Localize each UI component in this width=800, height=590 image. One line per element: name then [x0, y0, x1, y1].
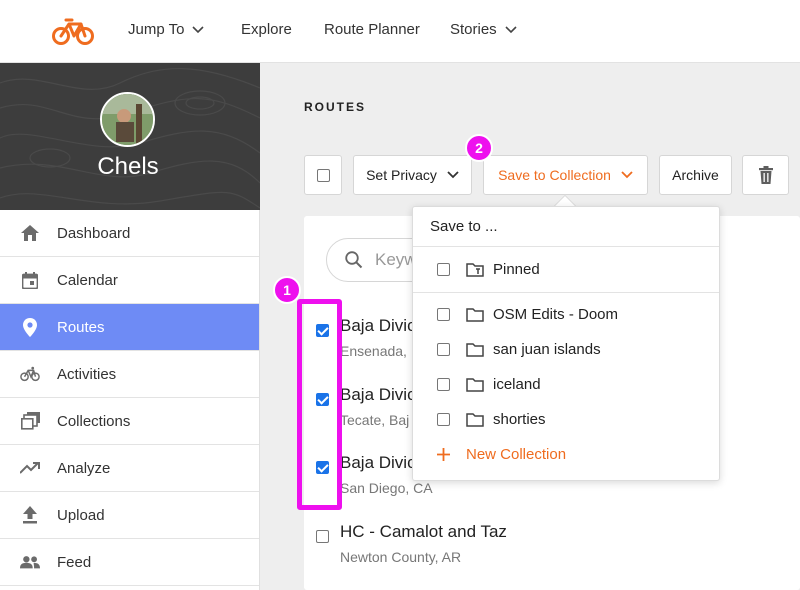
- top-navigation: Jump To Explore Route Planner Stories: [0, 0, 800, 63]
- location-pin-icon: [20, 317, 40, 337]
- upload-icon: [20, 505, 40, 525]
- route-location: Newton County, AR: [340, 549, 462, 565]
- dropdown-divider: [413, 292, 719, 293]
- search-icon: [345, 251, 363, 269]
- route-title[interactable]: HC - Camalot and Taz: [340, 522, 507, 542]
- save-to-collection-dropdown: Save to ... Pinned OSM Edits - Doom san …: [412, 206, 720, 481]
- sidebar-item-label: Upload: [57, 506, 105, 524]
- plus-icon: [437, 448, 450, 461]
- checkbox-highlight-box: [297, 299, 342, 510]
- nav-explore[interactable]: Explore: [241, 21, 292, 38]
- trash-icon: [758, 166, 773, 184]
- chevron-down-icon: [192, 25, 204, 33]
- page-title: ROUTES: [304, 100, 367, 114]
- new-collection-button[interactable]: New Collection: [437, 446, 566, 463]
- collection-checkbox[interactable]: [437, 378, 450, 391]
- bicycle-icon: [20, 364, 40, 384]
- collection-checkbox[interactable]: [437, 263, 450, 276]
- sidebar-item-label: Routes: [57, 318, 105, 336]
- nav-stories-label: Stories: [450, 21, 497, 38]
- folder-icon: [466, 342, 484, 357]
- search-placeholder: Keyw: [375, 250, 417, 269]
- nav-stories[interactable]: Stories: [450, 21, 517, 38]
- nav-route-planner-label: Route Planner: [324, 21, 420, 38]
- sidebar-item-label: Dashboard: [57, 224, 131, 242]
- collection-label: san juan islands: [493, 341, 601, 358]
- chevron-down-icon: [621, 171, 633, 179]
- collection-label: iceland: [493, 376, 541, 393]
- sidebar-item-dashboard[interactable]: Dashboard: [0, 210, 259, 257]
- trending-up-icon: [20, 458, 40, 478]
- select-all-checkbox-box[interactable]: [316, 168, 330, 182]
- new-collection-label: New Collection: [466, 446, 567, 463]
- archive-label: Archive: [672, 167, 719, 183]
- collection-checkbox[interactable]: [437, 413, 450, 426]
- collection-option[interactable]: shorties: [437, 411, 546, 428]
- chevron-down-icon: [447, 171, 459, 179]
- collection-option-pinned[interactable]: Pinned: [437, 261, 540, 278]
- sidebar-item-label: Calendar: [57, 271, 118, 289]
- route-location: Tecate, Baj: [340, 412, 410, 428]
- collection-checkbox[interactable]: [437, 343, 450, 356]
- folder-icon: [466, 307, 484, 322]
- set-privacy-button[interactable]: Set Privacy: [353, 155, 472, 195]
- route-location: San Diego, CA: [340, 480, 433, 496]
- profile-name[interactable]: Chels: [0, 153, 256, 181]
- sidebar: Chels Dashboard Calendar Routes Activiti…: [0, 63, 260, 590]
- avatar[interactable]: [100, 92, 155, 147]
- save-to-collection-label: Save to Collection: [498, 167, 611, 183]
- sidebar-item-analyze[interactable]: Analyze: [0, 445, 259, 492]
- sidebar-item-feed[interactable]: Feed: [0, 539, 259, 586]
- home-icon: [20, 223, 40, 243]
- collections-icon: [20, 411, 40, 431]
- calendar-icon: [20, 270, 40, 290]
- sidebar-item-label: Feed: [57, 553, 92, 571]
- sidebar-item-label: Analyze: [57, 459, 111, 477]
- route-title[interactable]: Baja Divic: [340, 453, 416, 473]
- sidebar-item-calendar[interactable]: Calendar: [0, 257, 259, 304]
- sidebar-item-routes[interactable]: Routes: [0, 304, 259, 351]
- route-title[interactable]: Baja Divic: [340, 316, 416, 336]
- collection-option[interactable]: san juan islands: [437, 341, 601, 358]
- dropdown-header: Save to ...: [413, 207, 719, 247]
- collection-label: shorties: [493, 411, 546, 428]
- nav-explore-label: Explore: [241, 21, 292, 38]
- collection-label: OSM Edits - Doom: [493, 306, 619, 323]
- folder-icon: [466, 377, 484, 392]
- save-to-collection-button[interactable]: Save to Collection: [483, 155, 648, 195]
- nav-jump-to[interactable]: Jump To: [128, 21, 204, 38]
- delete-button[interactable]: [742, 155, 789, 195]
- sidebar-item-label: Collections: [57, 412, 131, 430]
- route-checkbox[interactable]: [316, 530, 329, 543]
- chevron-down-icon: [505, 25, 517, 33]
- bicycle-logo-icon[interactable]: [52, 16, 94, 46]
- folder-icon: [466, 412, 484, 427]
- step-badge-1: 1: [273, 276, 301, 304]
- route-title[interactable]: Baja Divic: [340, 385, 416, 405]
- profile-header: Chels: [0, 63, 260, 210]
- nav-route-planner[interactable]: Route Planner: [324, 21, 420, 38]
- sidebar-item-label: Activities: [57, 365, 117, 383]
- set-privacy-label: Set Privacy: [366, 167, 437, 183]
- sidebar-item-activities[interactable]: Activities: [0, 351, 259, 398]
- collection-option[interactable]: iceland: [437, 376, 541, 393]
- collection-label: Pinned: [493, 261, 540, 278]
- route-location: Ensenada,: [340, 343, 407, 359]
- nav-jump-to-label: Jump To: [128, 21, 185, 38]
- step-badge-2: 2: [465, 134, 493, 162]
- archive-button[interactable]: Archive: [659, 155, 732, 195]
- collection-checkbox[interactable]: [437, 308, 450, 321]
- sidebar-item-collections[interactable]: Collections: [0, 398, 259, 445]
- people-icon: [20, 552, 40, 572]
- sidebar-item-upload[interactable]: Upload: [0, 492, 259, 539]
- pinned-folder-icon: [466, 262, 484, 277]
- collection-option[interactable]: OSM Edits - Doom: [437, 306, 618, 323]
- select-all-checkbox[interactable]: [304, 155, 342, 195]
